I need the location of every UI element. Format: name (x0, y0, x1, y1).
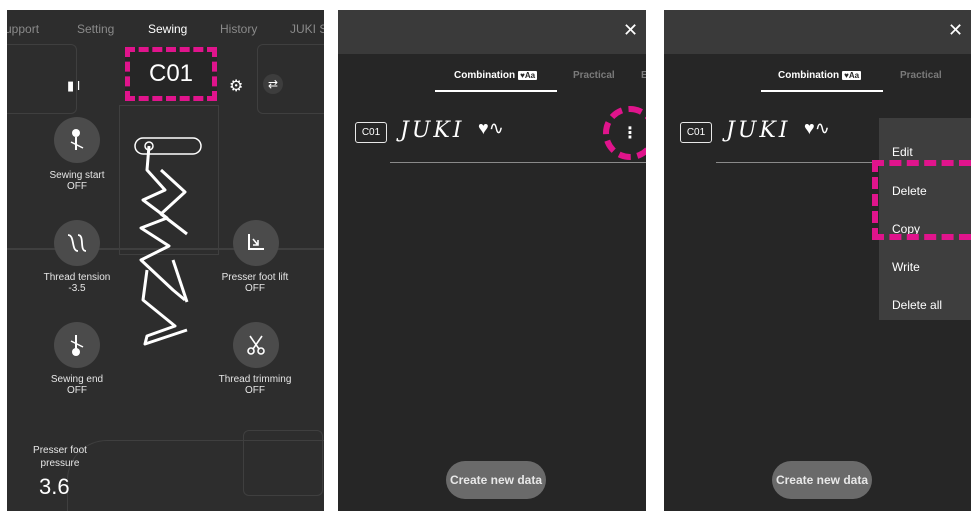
pattern-menu-panel: ✕ Combination ♥Aa Practical C01 JUKI ♥∿ E… (664, 10, 971, 511)
tab-history[interactable]: History (220, 22, 257, 36)
bobbin-icon[interactable]: ▮ I (67, 78, 80, 94)
sewing-start-value: OFF (67, 181, 87, 192)
needle-start-icon (70, 129, 84, 150)
create-new-data-button[interactable]: Create new data (446, 461, 546, 499)
thread-tension-value: -3.5 (68, 283, 86, 294)
tab-practical[interactable]: Practical (573, 70, 615, 81)
swap-icon[interactable]: ⇄ (263, 74, 283, 94)
pattern-name-row[interactable]: JUKI ♥∿ (400, 118, 520, 148)
thread-tension-label: Thread tension -3.5 (27, 272, 127, 294)
sewing-end-value: OFF (67, 385, 87, 396)
presser-foot-pressure-label: Presser foot pressure (33, 445, 87, 469)
presser-foot-icon (248, 234, 264, 250)
heart-stitch-icon: ♥∿ (804, 118, 830, 138)
close-icon[interactable]: ✕ (623, 20, 638, 41)
pattern-code-badge: C01 (355, 122, 387, 143)
sewing-end-label: Sewing end OFF (27, 374, 127, 396)
sewing-start-title: Sewing start (49, 170, 105, 181)
sewing-end-title: Sewing end (50, 374, 104, 385)
tab-combination[interactable]: Combination ♥Aa (454, 70, 538, 81)
close-icon[interactable]: ✕ (948, 20, 963, 41)
menu-item-delete-all[interactable]: Delete all (892, 298, 942, 312)
pattern-code-display[interactable]: C01 (125, 47, 217, 101)
presser-foot-lift-value: OFF (245, 283, 265, 294)
highlight-frame (872, 160, 971, 240)
presser-foot-lift-button[interactable] (233, 220, 279, 266)
tab-support[interactable]: upport (7, 22, 39, 36)
tab-combination-label: Combination (454, 70, 516, 81)
scissors-icon (247, 335, 265, 355)
more-vertical-icon: ⋮ (622, 125, 638, 142)
active-tab-underline (435, 90, 557, 92)
pattern-code: C01 (148, 60, 194, 87)
thread-tension-title: Thread tension (43, 272, 111, 283)
tab-juki-smart[interactable]: JUKI S (290, 22, 324, 36)
stitch-preview (134, 137, 202, 346)
heart-badge: ♥Aa (518, 71, 538, 80)
pattern-code-badge: C01 (680, 122, 712, 143)
thread-trimming-label: Thread trimming OFF (205, 374, 305, 396)
pattern-name-text: JUKI (726, 118, 791, 143)
tension-icon (67, 234, 87, 252)
create-new-data-button[interactable]: Create new data (772, 461, 872, 499)
thread-trimming-value: OFF (245, 385, 265, 396)
pattern-name-text: JUKI (400, 118, 465, 143)
heart-badge-text: Aa (524, 71, 536, 80)
sewing-start-label: Sewing start OFF (27, 170, 127, 192)
presser-foot-pressure-value[interactable]: 3.6 (39, 474, 70, 500)
thread-trimming-button[interactable] (233, 322, 279, 368)
menu-item-write[interactable]: Write (892, 260, 920, 274)
panel-header (338, 10, 646, 54)
heart-badge-text: Aa (848, 71, 860, 80)
menu-item-edit[interactable]: Edit (892, 145, 913, 159)
tab-sewing[interactable]: Sewing (148, 22, 187, 36)
panel-header (664, 10, 971, 54)
sewing-screen-panel: upport Setting Sewing History JUKI S ▮ I… (7, 10, 324, 511)
tab-practical[interactable]: Practical (900, 70, 942, 81)
pattern-list-panel: ✕ Combination ♥Aa Practical E C01 JUKI ♥∿… (338, 10, 646, 511)
gear-icon[interactable]: ⚙ (229, 76, 243, 96)
pattern-name-row[interactable]: JUKI ♥∿ (726, 118, 846, 148)
thread-tension-button[interactable] (54, 220, 100, 266)
needle-end-icon (70, 335, 84, 356)
active-tab-underline (761, 90, 883, 92)
tab-extra[interactable]: E (641, 70, 646, 81)
heart-badge: ♥Aa (842, 71, 862, 80)
presser-foot-lift-title: Presser foot lift (221, 272, 289, 283)
tab-combination-label: Combination (778, 70, 840, 81)
tab-setting[interactable]: Setting (77, 22, 114, 36)
presser-foot-lift-label: Presser foot lift OFF (205, 272, 305, 294)
heart-stitch-icon: ♥∿ (478, 118, 504, 138)
more-options-button[interactable]: ⋮ (603, 106, 646, 160)
bg-outline (67, 440, 324, 511)
sewing-end-button[interactable] (54, 322, 100, 368)
tab-combination[interactable]: Combination ♥Aa (778, 70, 862, 81)
thread-trimming-title: Thread trimming (218, 374, 292, 385)
list-divider (390, 162, 646, 163)
sewing-start-button[interactable] (54, 117, 100, 163)
